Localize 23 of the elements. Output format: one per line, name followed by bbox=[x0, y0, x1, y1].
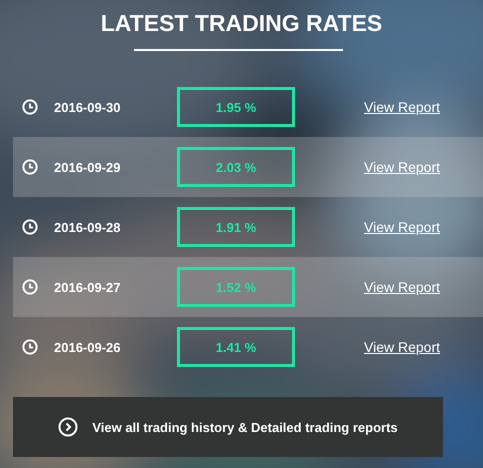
rate-value: 1.91 % bbox=[177, 207, 295, 247]
rate-value: 1.95 % bbox=[177, 87, 295, 127]
clock-icon bbox=[22, 159, 38, 175]
clock-icon bbox=[22, 339, 38, 355]
clock-icon bbox=[22, 219, 38, 235]
rate-date: 2016-09-30 bbox=[54, 100, 122, 114]
section-title: LATEST TRADING RATES bbox=[100, 10, 382, 37]
rate-value: 2.03 % bbox=[177, 147, 295, 187]
rate-value: 1.41 % bbox=[177, 327, 295, 367]
rate-value: 1.52 % bbox=[177, 267, 295, 307]
view-report-link[interactable]: View Report bbox=[364, 99, 440, 115]
view-history-button[interactable]: View all trading history & Detailed trading reports bbox=[13, 397, 443, 457]
view-report-link[interactable]: View Report bbox=[364, 279, 440, 295]
chevron-circle-icon bbox=[58, 417, 78, 437]
clock-icon bbox=[22, 279, 38, 295]
clock-icon bbox=[22, 99, 38, 115]
rate-date: 2016-09-28 bbox=[54, 220, 122, 234]
view-report-link[interactable]: View Report bbox=[364, 219, 440, 235]
rate-date: 2016-09-29 bbox=[54, 160, 122, 174]
rate-date: 2016-09-27 bbox=[54, 280, 122, 294]
rate-date: 2016-09-26 bbox=[54, 340, 122, 354]
view-report-link[interactable]: View Report bbox=[364, 159, 440, 175]
view-report-link[interactable]: View Report bbox=[364, 339, 440, 355]
